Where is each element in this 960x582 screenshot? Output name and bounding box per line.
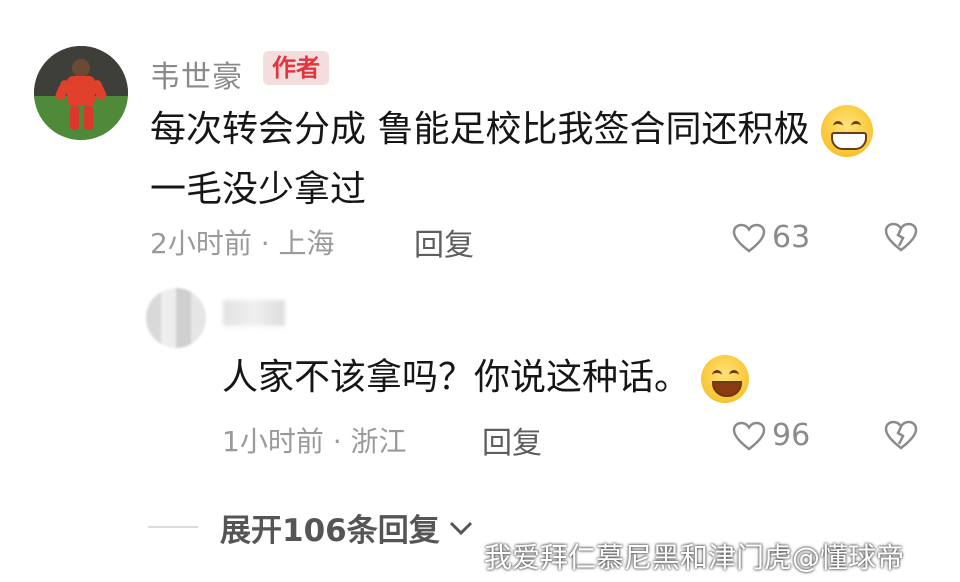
expand-replies-button[interactable]: 展开106条回复 (220, 505, 474, 550)
reply-button[interactable]: 回复 (414, 220, 474, 264)
reply-reply-button[interactable]: 回复 (482, 418, 542, 462)
reply-author-name-blurred[interactable] (223, 300, 285, 326)
smile-emoji-icon (701, 355, 750, 403)
player-figure-icon (34, 46, 128, 140)
reply-time-location: 1小时前 · 浙江 (222, 425, 407, 458)
reply-text: 人家不该拿吗？你说这种话。 (222, 350, 750, 406)
like-count: 63 (772, 220, 811, 255)
reply-dislike-button[interactable] (884, 420, 918, 454)
expand-replies-label: 展开106条回复 (220, 513, 440, 549)
reply-text-content: 人家不该拿吗？你说这种话。 (222, 357, 691, 398)
heart-outline-icon (732, 223, 766, 253)
comment-text: 每次转会分成 鲁能足校比我签合同还积极 一毛没少拿过 (150, 100, 910, 220)
comment-text-line1: 每次转会分成 鲁能足校比我签合同还积极 (150, 109, 810, 150)
heart-outline-icon (732, 421, 766, 451)
dislike-button[interactable] (884, 222, 918, 256)
reply-like-count: 96 (772, 418, 811, 453)
author-name[interactable]: 韦世豪 (150, 52, 243, 96)
comment-text-line2: 一毛没少拿过 (150, 169, 367, 210)
reply-like-button[interactable]: 96 (732, 418, 810, 453)
like-button[interactable]: 63 (732, 220, 810, 255)
chevron-down-icon (449, 521, 472, 535)
author-avatar[interactable] (34, 46, 128, 140)
broken-heart-icon (884, 222, 918, 252)
reply-avatar[interactable] (146, 288, 206, 348)
broken-heart-icon (884, 420, 918, 450)
watermark: 我爱拜仁慕尼黑和津门虎@懂球帝 (484, 541, 905, 574)
grin-emoji-icon (820, 105, 873, 157)
comment-time-location: 2小时前 · 上海 (150, 227, 335, 260)
expand-divider (148, 526, 198, 528)
author-badge: 作者 (263, 51, 329, 85)
